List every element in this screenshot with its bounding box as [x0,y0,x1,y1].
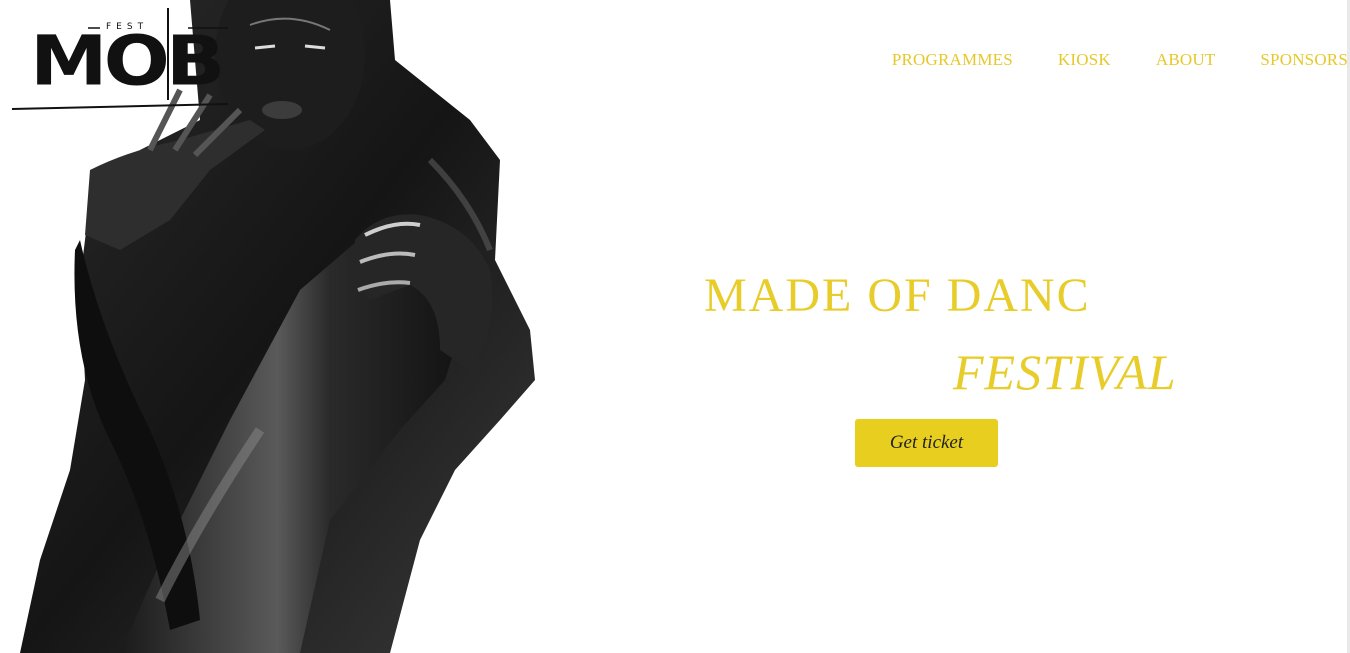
nav-sponsors[interactable]: SPONSORS [1260,50,1348,70]
mob-fest-logo[interactable]: FEST MOB [8,0,238,118]
nav-programmes[interactable]: PROGRAMMES [892,50,1013,70]
nav-kiosk[interactable]: KIOSK [1058,50,1111,70]
get-ticket-button[interactable]: Get ticket [855,419,998,467]
page: FEST MOB PROGRAMMES KIOSK ABOUT SPONSORS… [0,0,1350,653]
logo-wordmark: MOB [30,22,225,102]
nav-about[interactable]: ABOUT [1156,50,1216,70]
hero-subheadline: FESTIVAL [953,344,1177,400]
main-navigation: PROGRAMMES KIOSK ABOUT SPONSORS [892,50,1348,70]
hero-headline: MADE OF DANC [704,269,1091,322]
